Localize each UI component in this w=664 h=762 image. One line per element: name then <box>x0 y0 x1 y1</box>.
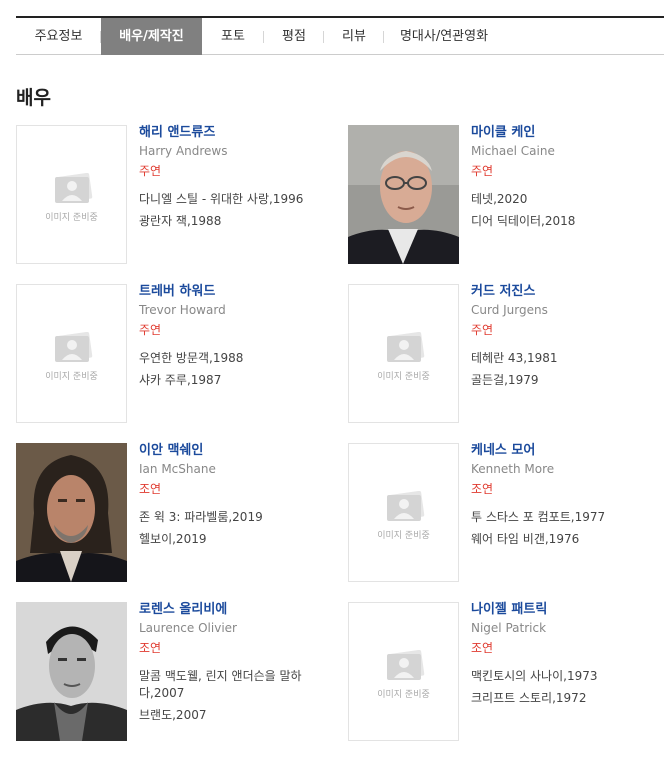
actor-role: 주연 <box>139 164 162 178</box>
tab-quotes-related[interactable]: 명대사/연관영화 <box>384 18 504 55</box>
actor-name-english: Kenneth More <box>471 462 555 476</box>
actor-card: 이미지 준비중 해리 앤드류즈 Harry Andrews 주연 다니엘 스틸 … <box>16 125 336 265</box>
actor-card: 이미지 준비중 케네스 모어 Kenneth More 조연 투 스타스 포 컴… <box>348 443 664 583</box>
filmography-item[interactable]: 골든걸,1979 <box>471 372 661 389</box>
actor-name-link[interactable]: 로렌스 올리비에 <box>139 602 329 618</box>
actor-card: 마이클 케인 Michael Caine 주연 테넷,2020 디어 딕테이터,… <box>348 125 664 265</box>
actor-name-english: Harry Andrews <box>139 144 228 158</box>
filmography-item[interactable]: 웨어 타임 비갠,1976 <box>471 531 661 548</box>
actor-portrait-image <box>16 602 127 741</box>
actor-name-link[interactable]: 이안 맥쉐인 <box>139 443 329 459</box>
placeholder-text: 이미지 준비중 <box>377 531 430 541</box>
actor-role: 조연 <box>471 482 494 496</box>
actor-portrait-image <box>348 125 459 264</box>
actor-role: 주연 <box>471 164 494 178</box>
actor-portrait-image <box>16 443 127 582</box>
actor-photo-placeholder[interactable]: 이미지 준비중 <box>16 125 127 264</box>
actor-card: 이미지 준비중 트레버 하워드 Trevor Howard 주연 우연한 방문객… <box>16 284 336 424</box>
filmography-item[interactable]: 우연한 방문객,1988 <box>139 350 329 367</box>
tab-review[interactable]: 리뷰 <box>324 18 384 55</box>
placeholder-text: 이미지 준비중 <box>377 372 430 382</box>
image-placeholder-icon <box>55 332 93 362</box>
actor-photo-placeholder[interactable]: 이미지 준비중 <box>348 443 459 582</box>
actor-role: 조연 <box>139 482 162 496</box>
filmography-item[interactable]: 맥킨토시의 사나이,1973 <box>471 668 661 685</box>
tab-cast-crew[interactable]: 배우/제작진 <box>101 18 202 55</box>
actor-name-link[interactable]: 커드 저진스 <box>471 284 661 300</box>
actor-role: 조연 <box>139 641 162 655</box>
placeholder-text: 이미지 준비중 <box>377 690 430 700</box>
image-placeholder-icon <box>387 332 425 362</box>
tab-rating[interactable]: 평점 <box>264 18 324 55</box>
section-title: 배우 <box>16 87 51 109</box>
actor-card: 로렌스 올리비에 Laurence Olivier 조연 말콤 맥도웰, 린지 … <box>16 602 336 742</box>
actor-role: 조연 <box>471 641 494 655</box>
tab-main-info[interactable]: 주요정보 <box>16 18 101 55</box>
actor-card: 이미지 준비중 나이젤 패트릭 Nigel Patrick 조연 맥킨토시의 사… <box>348 602 664 742</box>
actor-name-link[interactable]: 해리 앤드류즈 <box>139 125 329 141</box>
actor-name-english: Michael Caine <box>471 144 555 158</box>
filmography-item[interactable]: 다니엘 스틸 - 위대한 사랑,1996 <box>139 191 329 208</box>
tab-photo[interactable]: 포토 <box>202 18 264 55</box>
filmography-item[interactable]: 헬보이,2019 <box>139 531 329 548</box>
filmography-item[interactable]: 샤카 주루,1987 <box>139 372 329 389</box>
actor-photo[interactable] <box>16 443 127 582</box>
actor-name-link[interactable]: 트레버 하워드 <box>139 284 329 300</box>
actor-photo-placeholder[interactable]: 이미지 준비중 <box>16 284 127 423</box>
filmography-item[interactable]: 디어 딕테이터,2018 <box>471 213 661 230</box>
actor-name-link[interactable]: 케네스 모어 <box>471 443 661 459</box>
actor-photo-placeholder[interactable]: 이미지 준비중 <box>348 602 459 741</box>
actor-photo-placeholder[interactable]: 이미지 준비중 <box>348 284 459 423</box>
filmography-item[interactable]: 투 스타스 포 컴포트,1977 <box>471 509 661 526</box>
tab-bar: 주요정보 배우/제작진 포토 평점 리뷰 명대사/연관영화 <box>16 16 664 55</box>
filmography-item[interactable]: 테헤란 43,1981 <box>471 350 661 367</box>
filmography-item[interactable]: 말콤 맥도웰, 린지 앤더슨을 말하다,2007 <box>139 668 329 702</box>
actor-role: 주연 <box>471 323 494 337</box>
actor-name-link[interactable]: 나이젤 패트릭 <box>471 602 661 618</box>
image-placeholder-icon <box>387 491 425 521</box>
image-placeholder-icon <box>55 173 93 203</box>
filmography-item[interactable]: 크리프트 스토리,1972 <box>471 690 661 707</box>
placeholder-text: 이미지 준비중 <box>45 213 98 223</box>
actor-photo[interactable] <box>348 125 459 264</box>
actor-name-english: Curd Jurgens <box>471 303 548 317</box>
actor-role: 주연 <box>139 323 162 337</box>
image-placeholder-icon <box>387 650 425 680</box>
actor-card: 이미지 준비중 커드 저진스 Curd Jurgens 주연 테헤란 43,19… <box>348 284 664 424</box>
actor-name-english: Laurence Olivier <box>139 621 237 635</box>
actor-photo[interactable] <box>16 602 127 741</box>
actor-name-english: Ian McShane <box>139 462 216 476</box>
placeholder-text: 이미지 준비중 <box>45 372 98 382</box>
actor-name-link[interactable]: 마이클 케인 <box>471 125 661 141</box>
actor-name-english: Nigel Patrick <box>471 621 547 635</box>
filmography-item[interactable]: 광란자 잭,1988 <box>139 213 329 230</box>
filmography-item[interactable]: 테넷,2020 <box>471 191 661 208</box>
filmography-item[interactable]: 브랜도,2007 <box>139 707 329 724</box>
actor-name-english: Trevor Howard <box>139 303 226 317</box>
filmography-item[interactable]: 존 윅 3: 파라벨룸,2019 <box>139 509 329 526</box>
actor-card: 이안 맥쉐인 Ian McShane 조연 존 윅 3: 파라벨룸,2019 헬… <box>16 443 336 583</box>
